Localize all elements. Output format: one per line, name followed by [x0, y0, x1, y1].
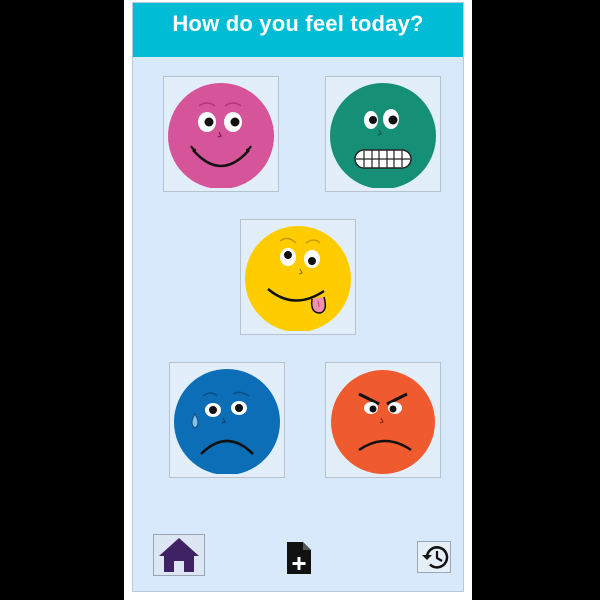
sad-face-icon	[174, 369, 280, 474]
mood-angry-button[interactable]	[325, 362, 441, 478]
phone-frame: How do you feel today?	[124, 0, 472, 600]
app-screen: How do you feel today?	[132, 2, 464, 592]
happy-face-icon	[168, 83, 274, 188]
mood-happy-button[interactable]	[163, 76, 279, 192]
angry-face-icon	[331, 370, 435, 474]
mood-grimacing-button[interactable]	[325, 76, 441, 192]
history-icon	[422, 546, 449, 569]
header-bar: How do you feel today?	[133, 3, 463, 57]
silly-face-icon	[245, 226, 351, 331]
home-icon	[159, 538, 199, 572]
add-entry-button[interactable]	[283, 539, 315, 577]
grimacing-face-icon	[330, 83, 436, 188]
add-document-icon	[287, 542, 311, 574]
page-title: How do you feel today?	[172, 11, 424, 36]
mood-silly-button[interactable]	[240, 219, 356, 335]
mood-sad-button[interactable]	[169, 362, 285, 478]
history-button[interactable]	[417, 541, 451, 573]
home-button[interactable]	[153, 534, 205, 576]
